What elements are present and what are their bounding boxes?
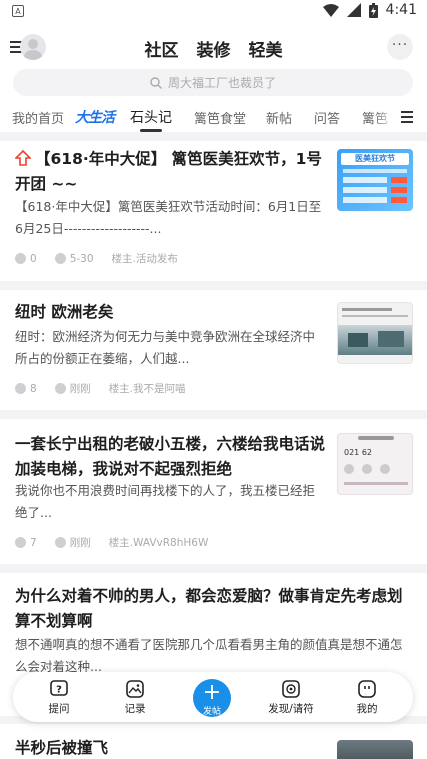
comment-icon xyxy=(15,383,26,394)
post-title: 半秒后被撞飞 xyxy=(15,739,109,757)
post-title: 纽时 欧洲老矣 xyxy=(15,303,114,321)
nav-label: 记录 xyxy=(124,703,146,715)
post-meta: 0 5-30 楼主.活动发布 xyxy=(15,251,178,266)
status-time: 4:41 xyxy=(385,2,417,18)
category-fade xyxy=(373,104,397,130)
nav-label: 提问 xyxy=(48,703,70,715)
clock-icon xyxy=(54,537,66,548)
post-author: 楼主.WAVvR8hH6W xyxy=(108,537,209,549)
category-qa[interactable]: 问答 xyxy=(314,108,340,127)
thumbnail-text: 021 62 xyxy=(344,448,372,457)
tab-community[interactable]: 社区 xyxy=(145,36,179,61)
tab-beauty[interactable]: 轻美 xyxy=(249,36,283,61)
category-stone-story[interactable]: 石头记 xyxy=(130,107,172,132)
category-new-posts[interactable]: 新帖 xyxy=(266,108,292,127)
category-my-home[interactable]: 我的首页 xyxy=(12,108,64,127)
battery-icon xyxy=(368,2,378,18)
nav-label: 发帖 xyxy=(202,707,221,717)
post-title: 【618·年中大促】 篱笆医美狂欢节，1号开团 ~~ xyxy=(15,150,322,193)
post-author: 楼主.活动发布 xyxy=(111,253,178,265)
divider xyxy=(0,281,427,290)
divider xyxy=(0,564,427,573)
post-thumbnail xyxy=(337,740,413,759)
bottom-nav: ? 提问 记录 + 发帖 发现/请符 我的 xyxy=(13,672,413,722)
nav-label: 发现/请符 xyxy=(268,703,314,715)
comment-count: 0 xyxy=(30,252,37,265)
post-time: 刚刚 xyxy=(69,383,91,395)
post-excerpt: 【618·年中大促】篱笆医美狂欢节活动时间：6月1日至6月25日--------… xyxy=(15,199,322,236)
post-card[interactable]: 【618·年中大促】 篱笆医美狂欢节，1号开团 ~~ 【618·年中大促】篱笆医… xyxy=(0,141,427,276)
post-thumbnail: 医美狂欢节 xyxy=(337,149,413,211)
notification-icon: A xyxy=(12,5,24,17)
plus-icon: + xyxy=(202,680,222,705)
question-icon: ? xyxy=(50,680,68,696)
top-tabs: 社区 装修 轻美 xyxy=(0,36,427,61)
more-button[interactable]: ··· xyxy=(387,34,413,60)
search-icon xyxy=(150,76,162,89)
discover-icon xyxy=(282,680,300,698)
post-thumbnail: 021 62 xyxy=(337,433,413,495)
category-tabs: 我的首页 大生活 石头记 篱笆食堂 新帖 问答 篱笆 xyxy=(0,104,427,132)
post-button[interactable]: + 发帖 xyxy=(193,679,231,717)
comment-count: 7 xyxy=(30,536,37,549)
post-card[interactable]: 一套长宁出租的老破小五楼，六楼给我电话说加装电梯，我说对不起强烈拒绝 我说你也不… xyxy=(0,419,427,559)
wifi-icon xyxy=(322,3,339,17)
category-menu-icon[interactable] xyxy=(401,111,413,126)
thumbnail-text: 医美狂欢节 xyxy=(341,153,409,165)
comment-icon xyxy=(15,253,26,264)
post-title: 为什么对着不帅的男人，都会恋爱脑？做事肯定先考虑划算不划算啊 xyxy=(15,587,403,630)
post-meta: 7 刚刚 楼主.WAVvR8hH6W xyxy=(15,535,208,550)
post-card[interactable]: 半秒后被撞飞 xyxy=(0,728,427,759)
post-time: 5-30 xyxy=(69,252,94,265)
nav-label: 我的 xyxy=(356,703,378,715)
search-placeholder: 周大福工厂也裁员了 xyxy=(167,76,276,90)
post-excerpt: 纽时：欧洲经济为何无力与美中竞争欧洲在全球经济中所占的份额正在萎缩，人们越... xyxy=(15,329,316,366)
post-author: 楼主.我不是阿喵 xyxy=(108,383,186,395)
nav-mine[interactable]: 我的 xyxy=(337,680,397,716)
comment-count: 8 xyxy=(30,382,37,395)
category-canteen[interactable]: 篱笆食堂 xyxy=(194,108,246,127)
post-meta: 8 刚刚 楼主.我不是阿喵 xyxy=(15,381,186,396)
post-time: 刚刚 xyxy=(69,537,91,549)
comment-icon xyxy=(15,537,26,548)
status-bar: A 4:41 xyxy=(0,0,427,24)
divider xyxy=(0,410,427,419)
post-excerpt: 我说你也不用浪费时间再找楼下的人了，我五楼已经拒绝了... xyxy=(15,483,316,520)
hot-icon xyxy=(15,150,31,166)
clock-icon xyxy=(54,383,66,394)
signal-icon xyxy=(346,3,361,17)
image-icon xyxy=(126,680,144,698)
nav-ask[interactable]: ? 提问 xyxy=(29,680,89,716)
search-bar[interactable]: 周大福工厂也裁员了 xyxy=(13,69,413,96)
category-big-life-logo[interactable]: 大生活 xyxy=(75,107,115,127)
top-header: 社区 装修 轻美 ··· xyxy=(0,30,427,66)
svg-text:?: ? xyxy=(56,685,62,696)
status-icons: 4:41 xyxy=(322,2,417,18)
clock-icon xyxy=(54,253,66,264)
nav-record[interactable]: 记录 xyxy=(105,680,165,716)
divider xyxy=(0,132,427,141)
profile-icon xyxy=(358,680,376,698)
post-title: 一套长宁出租的老破小五楼，六楼给我电话说加装电梯，我说对不起强烈拒绝 xyxy=(15,435,326,478)
tab-decoration[interactable]: 装修 xyxy=(197,36,231,61)
post-thumbnail xyxy=(337,302,413,364)
post-card[interactable]: 纽时 欧洲老矣 纽时：欧洲经济为何无力与美中竞争欧洲在全球经济中所占的份额正在萎… xyxy=(0,290,427,405)
nav-discover[interactable]: 发现/请符 xyxy=(261,680,321,716)
